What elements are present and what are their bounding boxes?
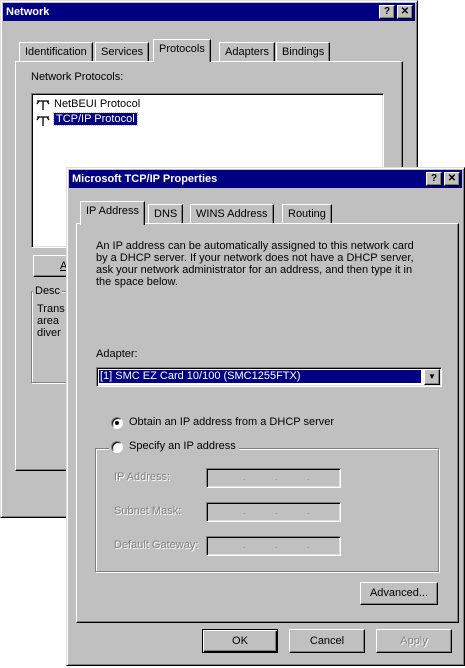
ip-separator: .	[275, 540, 278, 550]
ip-address-label: IP Address:	[114, 471, 171, 483]
chevron-down-icon: ▼	[428, 372, 436, 381]
tab-identification[interactable]: Identification	[19, 42, 93, 62]
tab-label: Identification	[25, 46, 87, 58]
protocol-icon	[36, 116, 50, 126]
tab-dns[interactable]: DNS	[148, 204, 184, 224]
tab-label: IP Address	[86, 205, 139, 217]
ip-separator: .	[243, 506, 246, 516]
network-protocols-label: Network Protocols:	[31, 71, 124, 83]
cancel-button[interactable]: Cancel	[289, 629, 365, 653]
tab-adapters[interactable]: Adapters	[219, 42, 276, 62]
radio-obtain-dhcp[interactable]: Obtain an IP address from a DHCP server	[111, 416, 411, 430]
protocol-icon	[36, 100, 50, 110]
description-line: Trans	[37, 303, 65, 315]
close-icon: ✕	[447, 173, 457, 184]
ip-description-line: ask your network administrator for an ad…	[96, 264, 413, 276]
close-icon: ✕	[400, 6, 410, 17]
radio-button[interactable]	[111, 441, 123, 453]
tcpip-title: Microsoft TCP/IP Properties	[72, 173, 218, 185]
network-close-button[interactable]: ✕	[397, 5, 413, 19]
ip-separator: .	[243, 472, 246, 482]
ip-description-line: by a DHCP server. If your network does n…	[96, 252, 414, 264]
tab-label: Routing	[288, 208, 326, 220]
tab-services[interactable]: Services	[95, 42, 150, 62]
adapter-label: Adapter:	[96, 348, 138, 360]
tab-protocols[interactable]: Protocols	[153, 39, 211, 62]
list-item-label: TCP/IP Protocol	[53, 112, 138, 126]
ip-separator: .	[307, 472, 310, 482]
tab-wins-address[interactable]: WINS Address	[190, 204, 274, 224]
description-line: diver	[37, 327, 61, 339]
ok-button[interactable]: OK	[202, 629, 278, 653]
ip-description-line: the space below.	[96, 276, 178, 288]
tcpip-titlebar[interactable]: Microsoft TCP/IP Properties ? ✕	[69, 170, 462, 188]
subnet-mask-input[interactable]: . . .	[206, 502, 341, 522]
advanced-button-label: Advanced...	[369, 587, 429, 599]
network-title: Network	[6, 6, 50, 18]
tab-label: Bindings	[282, 46, 325, 58]
network-titlebar[interactable]: Network ? ✕	[3, 3, 415, 21]
tab-label: DNS	[154, 208, 178, 220]
ip-separator: .	[307, 506, 310, 516]
description-group-label: Desc	[33, 285, 63, 297]
description-line: area	[37, 315, 60, 327]
advanced-button[interactable]: Advanced...	[360, 582, 438, 605]
tab-label: Adapters	[225, 46, 270, 58]
tab-bindings[interactable]: Bindings	[276, 42, 331, 62]
radio-obtain-dhcp-label: Obtain an IP address from a DHCP server	[129, 416, 335, 428]
tcpip-close-button[interactable]: ✕	[444, 172, 460, 186]
tcpip-properties-dialog: Microsoft TCP/IP Properties ? ✕ IP Addre…	[66, 167, 465, 666]
tab-ip-address[interactable]: IP Address	[80, 201, 145, 225]
adapter-selected-value: [1] SMC EZ Card 10/100 (SMC1255FTX)	[99, 370, 421, 383]
tab-label: WINS Address	[196, 208, 268, 220]
tab-label: Protocols	[159, 43, 205, 55]
ip-description-line: An IP address can be automatically assig…	[96, 240, 414, 252]
subnet-mask-label: Subnet Mask:	[114, 505, 182, 517]
radio-dot	[115, 421, 119, 425]
apply-button[interactable]: Apply	[376, 629, 452, 653]
tab-label: Services	[101, 46, 144, 58]
ip-separator: .	[243, 540, 246, 550]
default-gateway-label: Default Gateway:	[114, 539, 199, 551]
list-item-label: NetBEUI Protocol	[54, 98, 141, 110]
network-help-button[interactable]: ?	[379, 5, 395, 19]
tcpip-help-button[interactable]: ?	[426, 172, 442, 186]
cancel-button-label: Cancel	[309, 635, 345, 647]
radio-specify-ip-label: Specify an IP address	[129, 440, 236, 452]
adapter-dropdown[interactable]: [1] SMC EZ Card 10/100 (SMC1255FTX) ▼	[96, 367, 442, 387]
radio-button-checked[interactable]	[111, 417, 123, 429]
default-gateway-input[interactable]: . . .	[206, 536, 341, 556]
tab-routing[interactable]: Routing	[282, 204, 332, 224]
radio-specify-ip[interactable]: Specify an IP address	[109, 440, 239, 454]
dropdown-button[interactable]: ▼	[424, 369, 440, 385]
ip-separator: .	[307, 540, 310, 550]
help-icon: ?	[383, 6, 391, 17]
ok-button-label: OK	[232, 635, 248, 647]
apply-button-label: Apply	[400, 635, 428, 647]
ip-separator: .	[275, 472, 278, 482]
help-icon: ?	[430, 173, 438, 184]
ip-separator: .	[275, 506, 278, 516]
ip-address-input[interactable]: . . .	[206, 468, 341, 488]
